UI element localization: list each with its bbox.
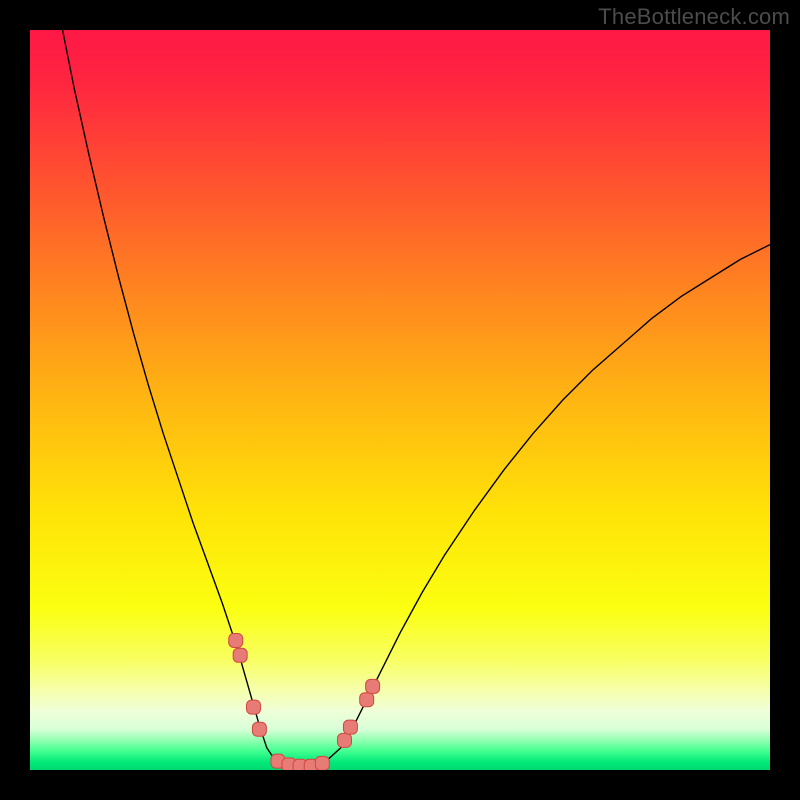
marker-point: [229, 634, 243, 648]
marker-point: [315, 756, 329, 770]
gradient-background: [30, 30, 770, 770]
marker-point: [252, 722, 266, 736]
chart-area: [30, 30, 770, 770]
marker-point: [366, 679, 380, 693]
marker-point: [233, 648, 247, 662]
marker-point: [338, 733, 352, 747]
marker-point: [343, 720, 357, 734]
outer-frame: TheBottleneck.com: [0, 0, 800, 800]
chart-svg: [30, 30, 770, 770]
attribution-label: TheBottleneck.com: [598, 4, 790, 30]
marker-point: [360, 693, 374, 707]
marker-point: [246, 700, 260, 714]
